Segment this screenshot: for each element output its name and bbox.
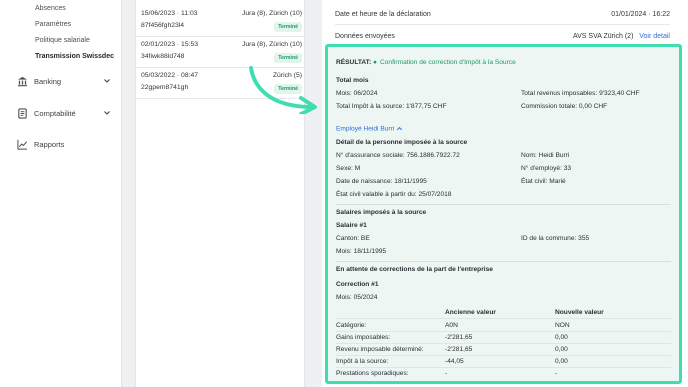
nav-banking[interactable]: Banking	[16, 74, 112, 88]
table-row-new: -	[555, 370, 558, 377]
salary-canton: Canton: BE	[336, 235, 370, 242]
sidebar: Absences Paramètres Politique salariale …	[0, 0, 122, 387]
result-label: RÉSULTAT:	[336, 59, 372, 66]
divider	[336, 261, 671, 262]
social-insurance-number: N° d'assurance sociale: 756.1886.7922.72	[336, 152, 460, 159]
employee-sex: Sexe: M	[336, 165, 361, 172]
employee-name: Nom: Heidi Burri	[521, 152, 570, 159]
row-date: 05/03/2022 · 08:47	[141, 72, 199, 79]
result-panel: RÉSULTAT: ● Confirmation de correction d…	[325, 44, 682, 384]
birth-date: Date de naissance: 18/11/1995	[336, 178, 427, 185]
correction-title: Correction #1	[336, 281, 379, 288]
table-row-label: Revenu imposable déterminé:	[336, 346, 424, 353]
salary-month: Mois: 18/11/1995	[336, 248, 387, 255]
column-old-value: Ancienne valeur	[445, 309, 496, 316]
total-month: Mois: 06/2024	[336, 90, 378, 97]
nav-rapports-label: Rapports	[34, 139, 65, 149]
declaration-date-value: 01/01/2024 · 16:22	[611, 11, 670, 18]
table-row-new: 0,00	[555, 334, 568, 341]
list-item[interactable]: 15/06/2023 · 11:03 87f456fgh23l4 Jura (8…	[136, 6, 306, 37]
declaration-date-label: Date et heure de la déclaration	[335, 11, 431, 18]
nav-rapports[interactable]: Rapports	[16, 137, 112, 151]
sent-data-value: AVS SVA Zürich (2)	[572, 33, 634, 40]
table-row-new: 0,00	[555, 346, 568, 353]
row-id: 87f456fgh23l4	[141, 22, 185, 29]
table-row-new: 0,00	[555, 358, 568, 365]
nav-comptabilite-label: Comptabilité	[34, 108, 76, 118]
table-row-new: NON	[555, 322, 570, 329]
chevron-up-icon	[397, 126, 403, 131]
divider	[336, 343, 671, 344]
nav-comptabilite[interactable]: Comptabilité	[16, 106, 112, 120]
table-row-label: Impôt à la source:	[336, 358, 389, 365]
employee-toggle[interactable]: Employé Heidi Burri	[336, 125, 403, 132]
row-id: 34fiwk88ld748	[141, 53, 185, 60]
transmission-list: 15/06/2023 · 11:03 87f456fgh23l4 Jura (8…	[135, 0, 306, 387]
status-badge: Terminé	[274, 22, 302, 32]
see-detail-link[interactable]: Voir detail	[639, 33, 670, 40]
total-commission: Commission totale: 0,00 CHF	[521, 103, 608, 110]
nav-banking-label: Banking	[34, 76, 62, 86]
status-dot: ●	[373, 59, 377, 66]
salary-title: Salaire #1	[336, 222, 367, 229]
declaration-date-row: Date et heure de la déclaration 01/01/20…	[335, 11, 670, 25]
salaries-section-header: Salaires imposés à la source	[336, 209, 427, 216]
divider	[336, 318, 671, 319]
row-location: Jura (8), Zürich (10)	[241, 41, 302, 48]
chart-line-icon	[16, 138, 28, 150]
table-row-old: -44,05	[445, 358, 464, 365]
table-row-old: -2'281,65	[445, 334, 473, 341]
row-date: 02/01/2023 · 15:53	[141, 41, 199, 48]
table-row-label: Gains imposables:	[336, 334, 391, 341]
table-row-label: Prestations sporadiques:	[336, 370, 409, 377]
employee-link: Employé Heidi Burri	[336, 125, 395, 133]
row-date: 15/06/2023 · 11:03	[141, 10, 198, 17]
column-new-value: Nouvelle valeur	[555, 309, 604, 316]
row-location: Jura (8), Zürich (10)	[241, 10, 302, 17]
sent-data-value-wrap: AVS SVA Zürich (2) Voir detail	[573, 33, 670, 40]
divider	[336, 204, 671, 205]
chevron-down-icon[interactable]	[102, 108, 112, 118]
employee-number: N° d'employé: 33	[521, 165, 572, 172]
corrections-section-header: En attente de corrections de la part de …	[336, 266, 493, 273]
sent-data-label: Données envoyées	[335, 33, 395, 40]
annotation-arrow-icon	[249, 66, 317, 114]
divider	[336, 331, 671, 332]
marital-status: État civil: Marié	[521, 178, 566, 185]
result-status: Confirmation de correction d'Impôt à la …	[380, 59, 516, 66]
divider	[335, 24, 670, 25]
divider	[336, 355, 671, 356]
sidebar-item-parametres[interactable]: Paramètres	[35, 21, 71, 28]
salary-commune-id: ID de la commune: 355	[521, 235, 590, 242]
total-taxable-income: Total revenus imposables: 9'323,40 CHF	[521, 90, 640, 97]
correction-month: Mois: 05/2024	[336, 294, 378, 301]
marital-status-valid-from: État civil valable à partir du: 25/07/20…	[336, 191, 452, 198]
bank-icon	[16, 75, 28, 87]
total-month-header: Total mois	[336, 77, 369, 84]
total-source-tax: Total Impôt à la source: 1'877,75 CHF	[336, 103, 447, 110]
person-section-header: Détail de la personne imposée à la sourc…	[336, 139, 468, 146]
sidebar-item-absences[interactable]: Absences	[35, 5, 66, 12]
ledger-icon	[16, 107, 28, 119]
table-row-old: -	[445, 370, 448, 377]
sidebar-item-politique-salariale[interactable]: Politique salariale	[35, 37, 90, 44]
table-row-old: A0N	[445, 322, 458, 329]
divider	[336, 367, 671, 368]
row-id: 22gpem8741gh	[141, 84, 189, 91]
chevron-down-icon[interactable]	[102, 76, 112, 86]
table-row-label: Catégorie:	[336, 322, 367, 329]
sidebar-item-transmission-swissdec[interactable]: Transmission Swissdec	[35, 53, 114, 60]
table-row-old: -2'281,65	[445, 346, 473, 353]
